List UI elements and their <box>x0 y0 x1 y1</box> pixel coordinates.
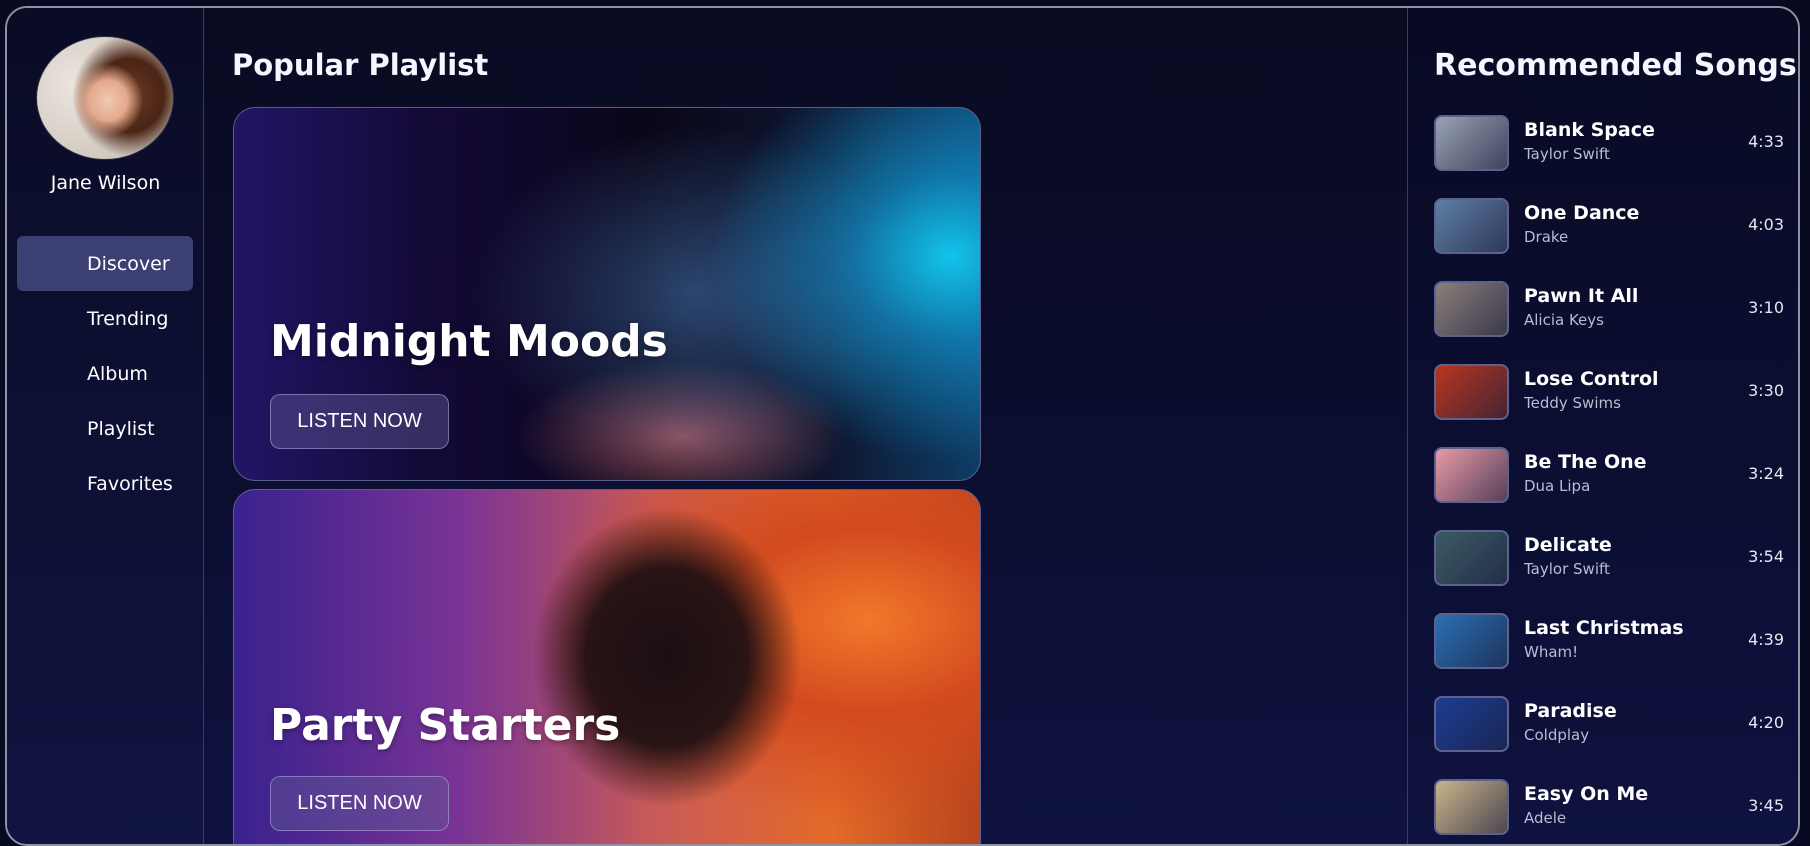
album-thumbnail <box>1434 281 1509 337</box>
nav-item-label: Trending <box>87 307 169 330</box>
song-artist: Drake <box>1524 228 1569 246</box>
page-title: Popular Playlist <box>232 48 489 82</box>
song-artist: Taylor Swift <box>1524 145 1610 163</box>
playlist-card-midnight-moods[interactable]: Midnight Moods LISTEN NOW <box>233 107 981 481</box>
nav-item-label: Favorites <box>87 472 173 495</box>
nav-item-discover[interactable]: Discover <box>17 236 193 291</box>
song-artist: Teddy Swims <box>1524 394 1621 412</box>
song-title: Easy On Me <box>1524 783 1649 805</box>
sidebar: Jane Wilson Discover Trending Album Play… <box>7 8 204 844</box>
nav-item-label: Discover <box>87 252 170 275</box>
nav-item-album[interactable]: Album <box>17 346 193 401</box>
song-duration: 4:03 <box>1748 215 1784 234</box>
song-title: Be The One <box>1524 451 1647 473</box>
album-thumbnail <box>1434 447 1509 503</box>
avatar[interactable] <box>36 36 174 160</box>
song-list: Blank Space Taylor Swift 4:33 One Dance … <box>1434 115 1784 844</box>
user-name: Jane Wilson <box>50 172 161 194</box>
song-row[interactable]: Be The One Dua Lipa 3:24 <box>1434 447 1784 530</box>
song-duration: 3:10 <box>1748 298 1784 317</box>
song-duration: 3:54 <box>1748 547 1784 566</box>
nav-item-trending[interactable]: Trending <box>17 291 193 346</box>
nav-item-label: Playlist <box>87 417 155 440</box>
song-artist: Taylor Swift <box>1524 560 1610 578</box>
song-row[interactable]: One Dance Drake 4:03 <box>1434 198 1784 281</box>
song-artist: Dua Lipa <box>1524 477 1591 495</box>
song-title: One Dance <box>1524 202 1640 224</box>
song-duration: 3:45 <box>1748 796 1784 815</box>
song-row[interactable]: Lose Control Teddy Swims 3:30 <box>1434 364 1784 447</box>
sidebar-nav: Discover Trending Album Playlist Favorit… <box>17 236 193 511</box>
main-content: Popular Playlist Midnight Moods LISTEN N… <box>204 8 1407 844</box>
playlist-title: Party Starters <box>270 700 621 751</box>
song-row[interactable]: Easy On Me Adele 3:45 <box>1434 779 1784 844</box>
album-thumbnail <box>1434 613 1509 669</box>
listen-now-button[interactable]: LISTEN NOW <box>270 776 449 831</box>
song-duration: 4:33 <box>1748 132 1784 151</box>
playlist-title: Midnight Moods <box>270 316 668 367</box>
song-title: Lose Control <box>1524 368 1659 390</box>
album-thumbnail <box>1434 198 1509 254</box>
song-row[interactable]: Blank Space Taylor Swift 4:33 <box>1434 115 1784 198</box>
album-thumbnail <box>1434 779 1509 835</box>
song-duration: 4:39 <box>1748 630 1784 649</box>
song-row[interactable]: Delicate Taylor Swift 3:54 <box>1434 530 1784 613</box>
song-title: Pawn It All <box>1524 285 1639 307</box>
song-duration: 3:24 <box>1748 464 1784 483</box>
song-title: Delicate <box>1524 534 1612 556</box>
playlist-card-party-starters[interactable]: Party Starters LISTEN NOW <box>233 489 981 844</box>
song-artist: Coldplay <box>1524 726 1590 744</box>
nav-item-favorites[interactable]: Favorites <box>17 456 193 511</box>
recommended-title: Recommended Songs <box>1434 48 1797 83</box>
album-thumbnail <box>1434 530 1509 586</box>
song-row[interactable]: Paradise Coldplay 4:20 <box>1434 696 1784 779</box>
album-thumbnail <box>1434 696 1509 752</box>
listen-now-button[interactable]: LISTEN NOW <box>270 394 449 449</box>
song-duration: 3:30 <box>1748 381 1784 400</box>
song-artist: Adele <box>1524 809 1567 827</box>
song-row[interactable]: Last Christmas Wham! 4:39 <box>1434 613 1784 696</box>
song-title: Last Christmas <box>1524 617 1684 639</box>
song-row[interactable]: Pawn It All Alicia Keys 3:10 <box>1434 281 1784 364</box>
song-title: Paradise <box>1524 700 1617 722</box>
song-artist: Alicia Keys <box>1524 311 1604 329</box>
nav-item-playlist[interactable]: Playlist <box>17 401 193 456</box>
album-thumbnail <box>1434 115 1509 171</box>
song-title: Blank Space <box>1524 119 1655 141</box>
nav-item-label: Album <box>87 362 148 385</box>
song-duration: 4:20 <box>1748 713 1784 732</box>
app-window: Jane Wilson Discover Trending Album Play… <box>5 6 1800 846</box>
recommended-panel: Recommended Songs Blank Space Taylor Swi… <box>1407 8 1798 844</box>
album-thumbnail <box>1434 364 1509 420</box>
song-artist: Wham! <box>1524 643 1579 661</box>
